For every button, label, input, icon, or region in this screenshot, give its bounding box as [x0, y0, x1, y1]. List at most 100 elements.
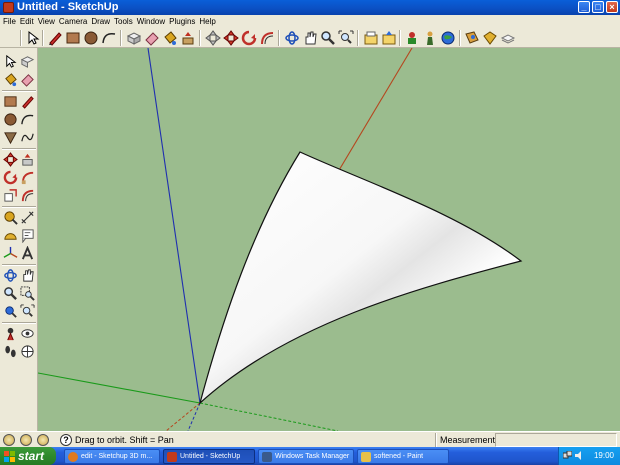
offset-icon[interactable] [259, 30, 275, 46]
firefox-icon [68, 452, 78, 462]
make-component-icon[interactable] [126, 30, 142, 46]
zoom-extents-icon[interactable] [20, 304, 35, 319]
menu-draw[interactable]: Draw [91, 15, 114, 28]
eraser-icon[interactable] [20, 72, 35, 87]
menu-camera[interactable]: Camera [59, 15, 91, 28]
credits-icon[interactable] [20, 434, 32, 446]
offset-icon[interactable] [20, 188, 35, 203]
maximize-button[interactable]: □ [592, 1, 604, 13]
menu-plugins[interactable]: Plugins [169, 15, 199, 28]
menu-tools[interactable]: Tools [114, 15, 137, 28]
get-models-icon[interactable] [363, 30, 379, 46]
volume-icon[interactable] [575, 451, 584, 460]
scale-icon[interactable] [3, 188, 18, 203]
orbit-icon[interactable] [3, 268, 18, 283]
select-icon[interactable] [25, 30, 41, 46]
pan-icon[interactable] [20, 268, 35, 283]
menu-window[interactable]: Window [137, 15, 169, 28]
line-icon[interactable] [20, 94, 35, 109]
orbit-icon[interactable] [284, 30, 300, 46]
arc-icon[interactable] [20, 112, 35, 127]
figure-icon[interactable] [422, 30, 438, 46]
text-icon[interactable] [20, 228, 35, 243]
dimension-icon[interactable] [20, 210, 35, 225]
main-toolbar [0, 28, 620, 48]
network-icon[interactable] [563, 451, 572, 460]
look-around-icon[interactable] [20, 326, 35, 341]
toolbar-separator [199, 30, 201, 46]
rectangle-icon[interactable] [3, 94, 18, 109]
toolbar-separator [459, 30, 461, 46]
green-axis-negative [199, 402, 339, 431]
circle-icon[interactable] [3, 112, 18, 127]
windows-logo-icon [4, 451, 15, 462]
rectangle-icon[interactable] [65, 30, 81, 46]
paint-bucket-icon[interactable] [3, 72, 18, 87]
toolbar-separator [399, 30, 401, 46]
3d-text-icon[interactable] [20, 246, 35, 261]
layers-icon[interactable] [500, 30, 516, 46]
axes-icon[interactable] [3, 246, 18, 261]
pan-icon[interactable] [302, 30, 318, 46]
task-sketchup[interactable]: Untitled - SketchUp [163, 449, 255, 464]
paint-bucket-icon[interactable] [162, 30, 178, 46]
pencil-icon[interactable] [47, 30, 63, 46]
menu-file[interactable]: File [3, 15, 20, 28]
eraser-icon[interactable] [144, 30, 160, 46]
share-model-icon[interactable] [381, 30, 397, 46]
circle-icon[interactable] [83, 30, 99, 46]
user-icon[interactable] [37, 434, 49, 446]
photo-textures-icon[interactable] [464, 30, 480, 46]
close-button[interactable]: × [606, 1, 618, 13]
task-label: softened - Paint [374, 453, 424, 460]
protractor-icon[interactable] [3, 228, 18, 243]
follow-me-icon[interactable] [241, 30, 257, 46]
tape-measure-icon[interactable] [3, 210, 18, 225]
clock[interactable]: 19:00 [594, 450, 614, 462]
walk-icon[interactable] [3, 344, 18, 359]
measurements-input[interactable] [495, 433, 617, 447]
follow-me-icon[interactable] [20, 170, 35, 185]
materials-icon[interactable] [482, 30, 498, 46]
blue-axis [147, 48, 201, 404]
minimize-button[interactable]: _ [578, 1, 590, 13]
push-pull-icon[interactable] [180, 30, 196, 46]
softened-surface[interactable] [198, 151, 523, 405]
rotate-icon[interactable] [3, 170, 18, 185]
freehand-icon[interactable] [20, 130, 35, 145]
help-icon[interactable]: ? [60, 434, 72, 446]
menu-view[interactable]: View [38, 15, 59, 28]
menu-edit[interactable]: Edit [20, 15, 38, 28]
make-component-icon[interactable] [20, 54, 35, 69]
start-button[interactable]: start [0, 447, 56, 465]
red-axis-negative [165, 402, 201, 431]
components-icon[interactable] [404, 30, 420, 46]
push-pull-icon[interactable] [20, 152, 35, 167]
section-plane-icon[interactable] [20, 344, 35, 359]
move-icon[interactable] [3, 152, 18, 167]
menu-help[interactable]: Help [199, 15, 219, 28]
left-tool-palette [0, 48, 38, 431]
task-task-manager[interactable]: Windows Task Manager [258, 449, 354, 464]
zoom-extents-icon[interactable] [338, 30, 354, 46]
modeling-viewport[interactable] [38, 48, 620, 431]
task-label: Windows Task Manager [275, 453, 350, 460]
zoom-window-icon[interactable] [20, 286, 35, 301]
geolocation-icon[interactable] [3, 434, 15, 446]
zoom-icon[interactable] [320, 30, 336, 46]
polygon-icon[interactable] [3, 130, 18, 145]
rotate-icon[interactable] [223, 30, 239, 46]
move-icon[interactable] [205, 30, 221, 46]
status-bar: ? Drag to orbit. Shift = Pan Measurement… [0, 431, 620, 447]
google-earth-icon[interactable] [440, 30, 456, 46]
position-camera-icon[interactable] [3, 326, 18, 341]
zoom-icon[interactable] [3, 286, 18, 301]
arc-icon[interactable] [101, 30, 117, 46]
sketchup-logo-icon [3, 2, 14, 13]
previous-view-icon[interactable] [3, 304, 18, 319]
select-icon[interactable] [3, 54, 18, 69]
task-firefox[interactable]: edit - Sketchup 3D m... [64, 449, 160, 464]
task-label: Untitled - SketchUp [180, 453, 241, 460]
task-paint[interactable]: softened - Paint [357, 449, 449, 464]
windows-taskbar: start edit - Sketchup 3D m... Untitled -… [0, 447, 620, 465]
